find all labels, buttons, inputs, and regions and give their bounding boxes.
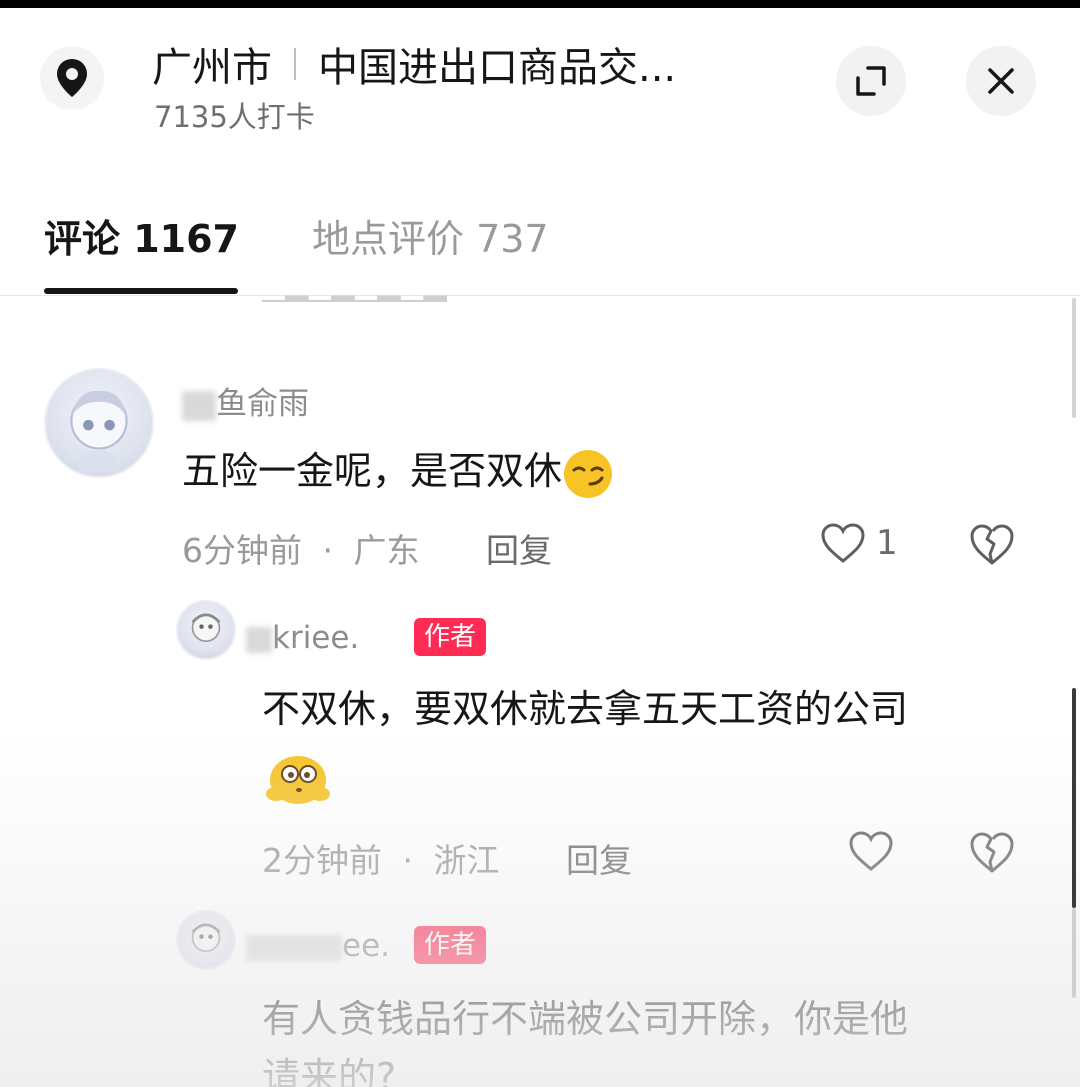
username-text: kriee.	[272, 620, 360, 656]
blurred-name-part	[246, 626, 272, 653]
broken-heart-icon	[970, 832, 1014, 873]
dislike-button[interactable]	[968, 522, 1016, 570]
comment-text: 五险一金呢，是否双休	[182, 446, 614, 500]
reply-username[interactable]: ee.	[246, 928, 390, 964]
expand-button[interactable]	[836, 46, 906, 116]
tab-comments[interactable]: 评论 1167	[44, 208, 239, 263]
meta-separator: ·	[402, 841, 414, 880]
reply-text: 不双休，要双休就去拿五天工资的公司	[262, 687, 909, 731]
blurred-name-part	[246, 934, 342, 961]
reply-meta: 2分钟前 · 浙江	[262, 834, 500, 882]
reply-text-line1: 有人贪钱品行不端被公司开除，你是他	[262, 997, 909, 1041]
avatar[interactable]	[44, 368, 154, 478]
like-button[interactable]: 1	[820, 522, 898, 564]
author-badge: 作者	[414, 618, 487, 656]
title-divider	[294, 48, 296, 80]
wide-eyed-emoji-icon	[266, 756, 330, 804]
scrollbar-lower[interactable]	[1072, 908, 1076, 998]
reply-region: 浙江	[433, 841, 500, 880]
meta-separator: ·	[322, 531, 334, 570]
comment-body: 五险一金呢，是否双休	[182, 449, 563, 493]
heart-icon	[849, 831, 893, 871]
comment-meta: 6分钟前 · 广东	[182, 524, 420, 572]
blurred-name-part	[182, 390, 216, 421]
checkin-count: 7135人打卡	[154, 100, 315, 134]
expand-icon	[856, 66, 886, 96]
city-name: 广州市	[152, 45, 272, 91]
reply-time: 2分钟前	[262, 841, 382, 880]
comment-time: 6分钟前	[182, 531, 302, 570]
comment-region: 广东	[353, 531, 420, 570]
broken-heart-icon	[970, 524, 1014, 565]
venue-name: 中国进出口商品交...	[318, 45, 677, 91]
author-badge: 作者	[414, 926, 487, 964]
like-count: 1	[876, 523, 898, 563]
dislike-button[interactable]	[968, 830, 1016, 878]
location-pin-icon[interactable]	[40, 46, 104, 110]
username-text: 鱼俞雨	[216, 386, 309, 422]
reply-text-line2: 请来的?	[262, 1055, 397, 1087]
tab-divider	[0, 295, 1080, 296]
username-text: ee.	[342, 928, 390, 964]
tab-place-reviews[interactable]: 地点评价 737	[312, 208, 549, 263]
location-title[interactable]: 广州市 中国进出口商品交...	[152, 34, 676, 94]
scrollbar-thumb[interactable]	[1072, 688, 1076, 908]
reply-avatar[interactable]	[176, 910, 236, 970]
reply-button[interactable]: 回复	[486, 524, 552, 572]
active-tab-indicator	[44, 288, 238, 294]
scrollbar[interactable]	[1072, 298, 1076, 418]
comments-panel: 广州市 中国进出口商品交... 7135人打卡 评论 1167 地点评价 737…	[0, 8, 1080, 1087]
close-icon	[988, 68, 1014, 94]
close-button[interactable]	[966, 46, 1036, 116]
reply-avatar[interactable]	[176, 600, 236, 660]
heart-icon	[821, 523, 865, 563]
reply-username[interactable]: kriee.	[246, 620, 359, 656]
like-button[interactable]	[848, 830, 894, 872]
reply-button[interactable]: 回复	[566, 834, 632, 882]
clipped-previous-comment: ▁▂▁▂▁▂▁▂	[262, 274, 447, 302]
comment-username[interactable]: 鱼俞雨	[182, 378, 309, 423]
smirk-emoji-icon	[564, 449, 613, 498]
